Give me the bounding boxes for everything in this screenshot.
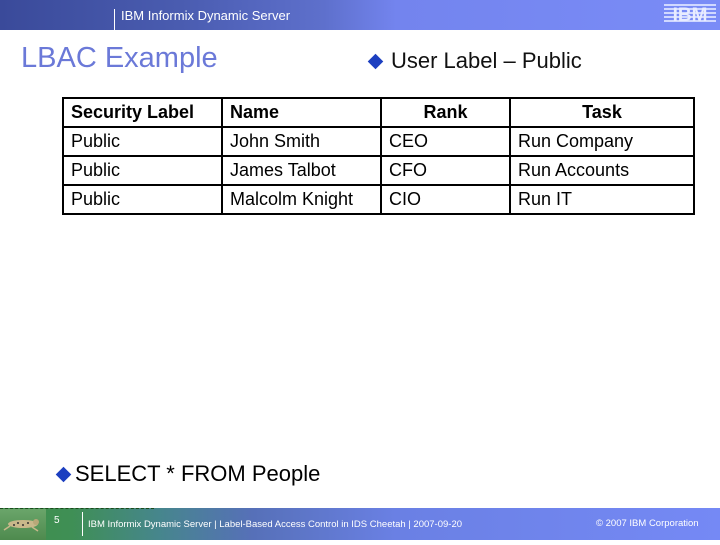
cell-name: James Talbot [221,155,382,186]
header-task: Task [509,97,695,128]
cell-name: John Smith [221,126,382,157]
table-header-row: Security Label Name Rank Task [62,97,695,128]
copyright: © 2007 IBM Corporation [596,518,699,529]
header-rank: Rank [380,97,511,128]
table-row: Public Malcolm Knight CIO Run IT [62,184,695,215]
cell-rank: CFO [380,155,511,186]
cheetah-image-icon [0,509,46,540]
cell-task: Run Company [509,126,695,157]
footer-separator [82,512,83,536]
cell-name: Malcolm Knight [221,184,382,215]
diamond-bullet-icon [55,466,72,482]
header-security-label: Security Label [62,97,223,128]
user-label-text: User Label – Public [391,48,582,73]
header-name: Name [221,97,382,128]
cell-task: Run Accounts [509,155,695,186]
cell-task: Run IT [509,184,695,215]
bullet-user-label: User Label – Public [367,48,582,74]
header-bar: IBM Informix Dynamic Server IBM [0,0,720,30]
slide-title: LBAC Example [21,42,218,74]
table-row: Public John Smith CEO Run Company [62,126,695,157]
svg-text:IBM: IBM [673,5,708,24]
cell-security-label: Public [62,126,223,157]
footer-bar: 5 IBM Informix Dynamic Server | Label-Ba… [0,508,720,540]
header-separator [114,9,115,30]
product-name: IBM Informix Dynamic Server [121,8,291,23]
page-number: 5 [54,515,60,526]
cell-rank: CIO [380,184,511,215]
bullet-query: SELECT * FROM People [55,461,321,487]
diamond-bullet-icon [367,53,384,69]
table-row: Public James Talbot CFO Run Accounts [62,155,695,186]
cell-security-label: Public [62,184,223,215]
ibm-logo-icon: IBM [664,4,716,24]
footer-text: IBM Informix Dynamic Server | Label-Base… [88,519,463,530]
people-table: Security Label Name Rank Task Public Joh… [62,97,695,215]
cell-security-label: Public [62,155,223,186]
cell-rank: CEO [380,126,511,157]
query-text: SELECT * FROM People [75,461,321,486]
